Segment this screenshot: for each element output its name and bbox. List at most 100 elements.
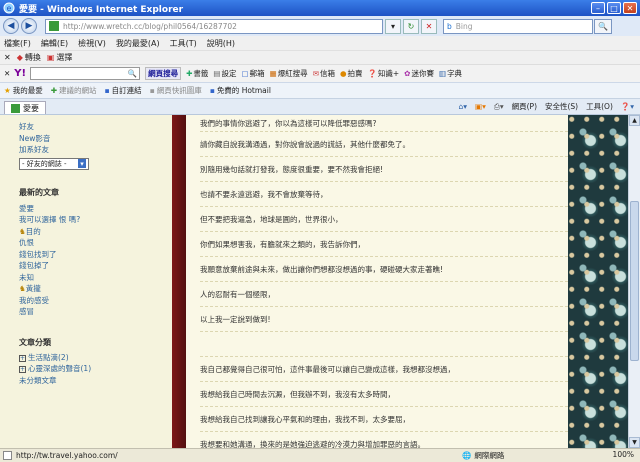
auction-button[interactable]: ● 拍賣 [340,68,363,79]
knowledge-button[interactable]: ❓ 知識+ [368,68,400,79]
sidebar-link-friends[interactable]: 好友 [19,121,172,133]
recent-post-link[interactable]: 錢包找到了 [19,249,172,261]
address-url: http://www.wretch.cc/blog/phil0564/16287… [63,21,237,31]
recent-post-link[interactable]: 未知 [19,272,172,284]
web-search-button[interactable]: 網頁搜尋 [145,67,182,80]
bing-icon: b [447,21,452,31]
mail-icon: ▢ [241,69,249,78]
search-input[interactable]: b Bing [443,18,593,34]
rss-icon[interactable]: ▣▾ [475,101,486,112]
dropdown-arrow-icon[interactable]: ▾ [385,18,401,34]
tab-title: 愛要 [23,103,39,113]
menu-tools[interactable]: 工具(T) [170,38,197,49]
select-button[interactable]: 選擇 [56,52,72,63]
blog-sidebar: 好友 New影音 加系好友 - 好友的網誌 - ▾ 最新的文章 愛要 我可以選擇… [0,115,172,448]
expand-icon[interactable]: + [19,366,26,374]
menu-favorites[interactable]: 我的最愛(A) [116,38,160,49]
menu-help[interactable]: 說明(H) [207,38,235,49]
category-link[interactable]: + 生活點滴(2) [19,352,172,364]
stop-button[interactable]: ✕ [421,18,437,34]
status-bar: http://tw.travel.yahoo.com/ 🌐 網際網路 100% [0,448,640,462]
favorite-custom-links[interactable]: ▪ 自訂連結 [105,85,142,96]
recent-post-link[interactable]: 錢包掉了 [19,260,172,272]
convert-button[interactable]: 轉換 [25,52,41,63]
settings-icon: ▤ [213,69,221,78]
envelope-icon: ✉ [312,69,319,78]
ie-logo-icon: e [3,2,15,14]
bookmarks-button[interactable]: ✚ 書籤 [186,68,208,79]
article-line: 但不要把我逼急，地球是圓的，世界很小， [200,207,568,232]
menu-edit[interactable]: 編輯(E) [41,38,68,49]
back-button[interactable]: ◀ [3,18,19,34]
yahoo-search-input[interactable]: 🔍 [30,67,141,80]
close-button[interactable]: ✕ [623,2,637,14]
page-menu-button[interactable]: 網頁(P) [512,101,537,112]
refresh-button[interactable]: ↻ [403,18,419,34]
sidebar-link-add-friend[interactable]: 加系好友 [19,144,172,156]
yahoo-logo-icon: Y! [14,68,27,79]
friends-blog-select[interactable]: - 好友的網誌 - ▾ [19,157,89,170]
help-icon[interactable]: ❓▾ [621,101,634,112]
menu-file[interactable]: 檔案(F) [4,38,31,49]
article-line: 別隨用幾句話就打發我，態度很重要，要不然我會拒絕! [200,157,568,182]
article-line: 以上我一定說到做到! [200,307,568,332]
category-link[interactable]: + 心靈深處的聲音(1) [19,363,172,375]
address-input[interactable]: http://www.wretch.cc/blog/phil0564/16287… [45,18,383,34]
recent-post-link[interactable]: 仇恨 [19,237,172,249]
settings-button[interactable]: ▤ 設定 [213,68,236,79]
news-button[interactable]: ▦ 爆紅搜尋 [270,68,308,79]
favorite-suggested-sites[interactable]: ✚ 建議的網站 [51,85,97,96]
close-toolbar-icon[interactable]: ✕ [4,53,11,62]
recent-post-link[interactable]: 感冒 [19,306,172,318]
decorative-pattern [568,115,628,448]
svg-text:e: e [7,4,12,13]
tab-current[interactable]: 愛要 [4,100,46,114]
chevron-down-icon: ▾ [78,159,86,168]
webslice-icon: ▪ [149,86,155,95]
favorite-hotmail[interactable]: ▪ 免費的 Hotmail [210,85,271,96]
select-icon: ▣ [46,53,55,62]
favorite-web-slice[interactable]: ▪ 網頁快訊圖庫 [150,85,202,96]
dictionary-icon: ▥ [438,69,447,78]
star-add-icon: ✚ [50,86,58,95]
search-icon[interactable]: 🔍 [594,18,612,34]
sidebar-link-video[interactable]: New影音 [19,133,172,145]
article-line: 我自己都覺得自己很可怕，這件事最後可以讓自己變成這樣，我想都沒想過， [200,357,568,382]
recent-post-link[interactable]: 我可以選擇 恨 嗎? [19,214,172,226]
recent-post-link[interactable]: ♞目的 [19,226,172,238]
private-icon: ♞ [19,226,26,236]
close-toolbar-icon[interactable]: ✕ [4,69,10,78]
recent-post-link[interactable]: 愛要 [19,203,172,215]
minimize-button[interactable]: – [591,2,605,14]
menu-view[interactable]: 檢視(V) [78,38,106,49]
star-icon: ★ [4,86,11,95]
mailbox-button[interactable]: ✉ 信箱 [313,68,335,79]
favorites-button[interactable]: ★ 我的最愛 [4,85,43,96]
games-button[interactable]: ✿ 迷你賽 [404,68,434,79]
status-url: http://tw.travel.yahoo.com/ [16,451,118,460]
recent-posts-heading: 最新的文章 [19,187,59,197]
window-title: 愛要 - Windows Internet Explorer [19,4,184,15]
article-line: 你們如果想害我，有膽就來之類的，我告訴你們， [200,232,568,257]
home-icon[interactable]: ⌂▾ [458,101,467,112]
recent-post-link[interactable]: ♞黃攏 [19,283,172,295]
safety-menu-button[interactable]: 安全性(S) [545,101,578,112]
print-icon[interactable]: ⎙▾ [494,101,504,112]
scroll-down-button[interactable]: ▼ [629,437,640,448]
dictionary-button[interactable]: ▥ 字典 [439,68,462,79]
tools-menu-button[interactable]: 工具(O) [586,101,613,112]
maximize-button[interactable]: □ [607,2,621,14]
page-icon [49,21,59,31]
forward-button[interactable]: ▶ [21,18,37,34]
scroll-up-button[interactable]: ▲ [629,115,640,126]
scroll-thumb[interactable] [630,201,639,361]
translate-toolbar: ✕ ◆ 轉換 ▣ 選擇 [0,50,640,64]
category-link[interactable]: 未分類文章 [19,375,172,387]
vertical-scrollbar[interactable]: ▲ ▼ [628,115,640,448]
zoom-level[interactable]: 100% [613,450,634,459]
expand-icon[interactable]: + [19,355,26,362]
recent-post-link[interactable]: 我的感受 [19,295,172,307]
book-spine [172,115,186,448]
mail-button[interactable]: ▢ 郵箱 [242,68,265,79]
search-placeholder: Bing [455,21,473,31]
